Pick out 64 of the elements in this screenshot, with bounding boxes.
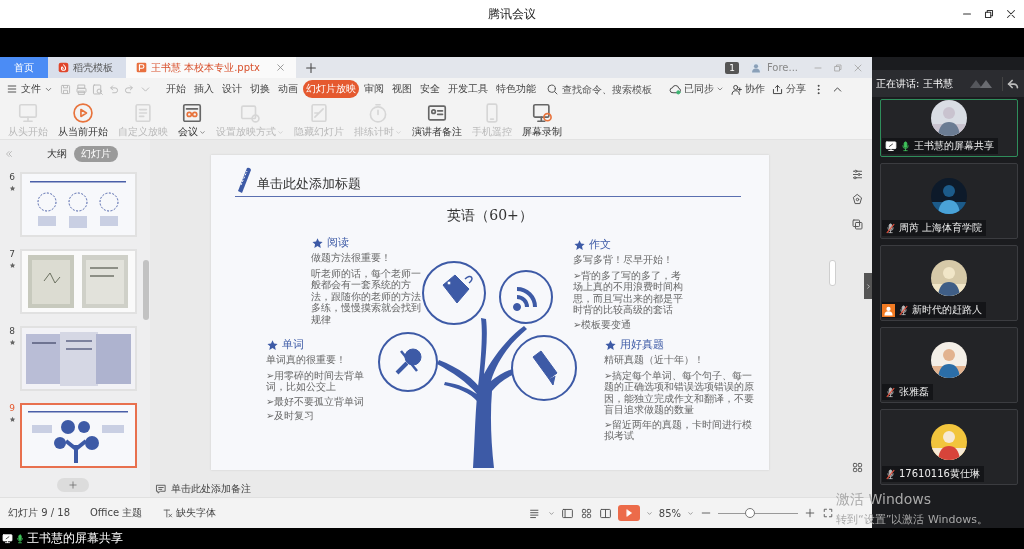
slide-number: 9 — [9, 403, 15, 413]
participant-name: 张雅磊 — [899, 385, 929, 399]
bullet-point: ➢最好不要孤立背单词 — [266, 395, 366, 407]
missing-font-notice[interactable]: 缺失字体 — [176, 506, 217, 520]
theme-name: Office 主题 — [90, 506, 143, 520]
slide-number: 7 — [9, 249, 15, 259]
tab[interactable]: 王书慧 本校本专业.pptx — [126, 57, 296, 78]
menu-tab[interactable]: 动画 — [275, 80, 301, 98]
participant-tile[interactable]: 周芮 上海体育学院 — [880, 163, 1018, 239]
bullet-point: ➢用零碎的时间去背单词，比如公交上 — [266, 369, 366, 393]
collaborate-button[interactable]: 协作 — [730, 82, 765, 96]
menu-tab[interactable]: 特色功能 — [493, 80, 539, 98]
search-field[interactable]: 查找命令、搜索模板 — [559, 83, 663, 95]
share-label: 王书慧的屏幕共享 — [27, 530, 123, 547]
section-title: 阅读 — [327, 237, 349, 250]
sync-button[interactable]: 已同步 — [669, 82, 724, 96]
bullet-point: ➢搞定每个单词、每个句子、每一题的正确选项和错误选项错误的原因，能独立完成作文和翻译，不要盲目追求做题的数量 — [604, 369, 755, 416]
menu-tab[interactable]: 开发工具 — [445, 80, 491, 98]
participant-tile[interactable]: 17610116黄仕琳 — [880, 409, 1018, 485]
app-title: 腾讯会议 — [488, 5, 536, 23]
participant-name: 17610116黄仕琳 — [899, 467, 980, 481]
section-title: 用好真题 — [620, 339, 664, 352]
bullet-point: ➢及时复习 — [266, 410, 316, 422]
ribbon-button[interactable]: 屏幕录制 — [518, 102, 566, 139]
participant-name: 周芮 上海体育学院 — [899, 221, 983, 235]
menu-tab[interactable]: 安全 — [417, 80, 443, 98]
zoom-level[interactable]: 85% — [658, 507, 681, 519]
section-title: 作文 — [589, 239, 611, 252]
menu-tab[interactable]: 审阅 — [361, 80, 387, 98]
section-subtitle: 单词真的很重要！ — [266, 354, 347, 366]
section-subtitle: 多写多背！尽早开始！ — [573, 254, 674, 266]
ribbon-button[interactable]: 从当前开始 — [54, 102, 112, 139]
participant-tile[interactable]: 张雅磊 — [880, 327, 1018, 403]
ribbon-button[interactable]: 会议 — [174, 102, 210, 139]
participant-tile[interactable]: 王书慧的屏幕共享 — [880, 99, 1018, 157]
menu-tab[interactable]: 插入 — [191, 80, 217, 98]
slide-counter: 幻灯片 9 / 18 — [8, 506, 70, 520]
speaker-label: 正在讲话: 王书慧 — [876, 76, 953, 91]
file-menu[interactable]: 文件 — [6, 82, 59, 96]
slide-title[interactable]: 单击此处添加标题 — [257, 175, 361, 193]
share-button[interactable]: 分享 — [771, 82, 806, 96]
bullet-point: ➢留近两年的真题，卡时间进行模拟考试 — [604, 418, 754, 442]
menu-tab[interactable]: 开始 — [163, 80, 189, 98]
bullet-point: 听老师的话，每个老师一般都会有一套系统的方法，跟随你的老师的方法多练，慢慢摸索就会找到规律 — [311, 267, 421, 325]
section-title: 单词 — [282, 339, 304, 352]
slide-heading: 英语（60+） — [446, 207, 534, 225]
slide-number: 8 — [9, 326, 15, 336]
notes-placeholder[interactable]: 单击此处添加备注 — [171, 481, 251, 496]
count-badge: 1 — [725, 61, 739, 74]
section-subtitle: 精研真题（近十年）！ — [604, 354, 705, 366]
tab[interactable]: 稻壳模板 — [48, 57, 126, 78]
panel-tab[interactable]: 大纲 — [40, 146, 74, 162]
bullet-point: ➢模板要变通 — [573, 318, 633, 330]
menu-tab[interactable]: 视图 — [389, 80, 415, 98]
participant-name: 王书慧的屏幕共享 — [914, 139, 994, 153]
participant-tile[interactable]: 新时代的赶路人 — [880, 245, 1018, 321]
participant-name: 新时代的赶路人 — [912, 303, 982, 317]
slide-number: 6 — [9, 172, 15, 182]
menu-tab[interactable]: 幻灯片放映 — [303, 80, 359, 98]
menu-tab[interactable]: 设计 — [219, 80, 245, 98]
section-subtitle: 做题方法很重要！ — [311, 252, 392, 264]
menu-tab[interactable]: 切换 — [247, 80, 273, 98]
ribbon-button[interactable]: 演讲者备注 — [408, 102, 466, 139]
bullet-point: ➢背的多了写的多了，考场上真的不用浪费时间构思，而且写出来的都是平时背的比较高级的套话 — [573, 269, 684, 316]
